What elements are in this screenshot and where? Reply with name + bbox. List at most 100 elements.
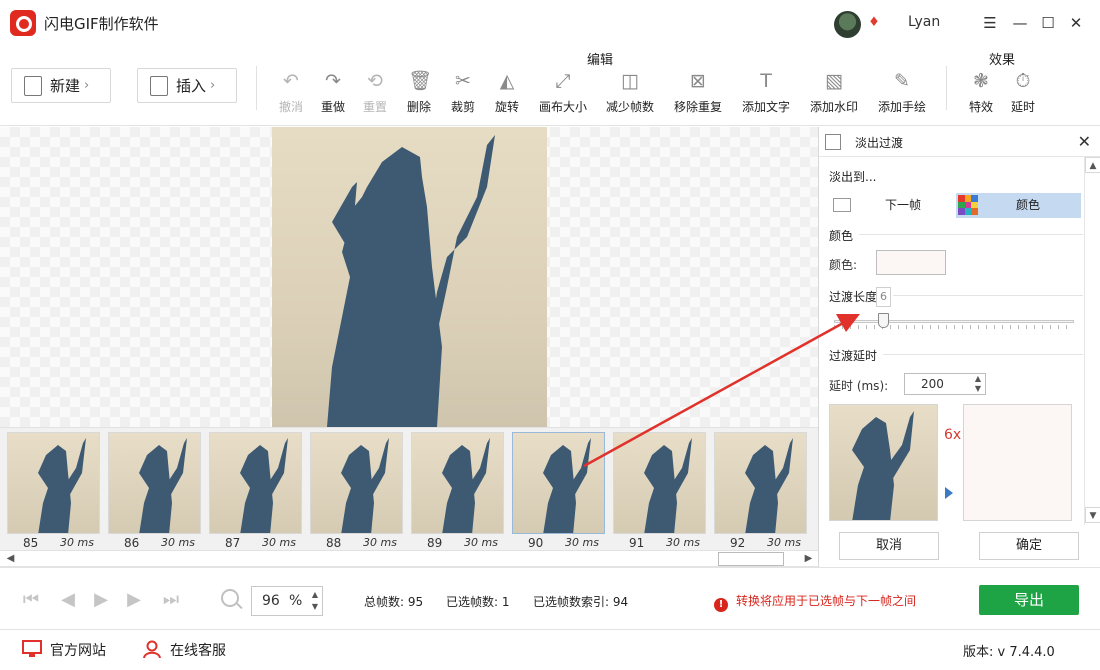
frame-duration[interactable]: 30 ms [666,536,700,549]
frame-filmstrip[interactable]: 85 30 ms 86 30 ms 87 30 ms 88 30 ms 89 3… [0,427,818,550]
frame-thumbnail[interactable]: 88 30 ms [310,432,403,550]
delay-button[interactable]: ⏱ 延时 [993,70,1053,115]
transition-multiplier: 6x [944,427,962,443]
warning-message: ! 转换将应用于已选帧与下一帧之间 [714,592,916,612]
reduce-frames-button[interactable]: ◫ 减少帧数 [600,70,660,115]
transition-length-slider[interactable] [834,320,1074,323]
delay-label: 延时 [1010,100,1035,114]
frame-thumb-image [613,432,706,534]
canvas-size-icon: ⤢ [555,70,571,92]
scroll-up-icon[interactable]: ▲ [1085,157,1100,173]
delay-icon: ⏱ [1015,70,1031,92]
frame-duration[interactable]: 30 ms [161,536,195,549]
frame-duration[interactable]: 30 ms [767,536,801,549]
official-website-link[interactable]: 官方网站 [22,640,106,660]
frame-duration[interactable]: 30 ms [565,536,599,549]
maximize-button[interactable]: ☐ [1038,13,1058,33]
group-divider [883,354,1083,355]
scroll-left-icon[interactable]: ◀ [2,551,19,567]
insert-button[interactable]: 插入 › [137,68,237,103]
collapse-panel-icon[interactable] [825,134,841,150]
panel-header: 淡出过渡 ✕ [819,127,1100,157]
frame-number: 88 [326,536,342,550]
frame-thumbnail[interactable]: 87 30 ms [209,432,302,550]
cancel-button[interactable]: 取消 [839,532,939,560]
add-watermark-label: 添加水印 [809,100,858,114]
delay-spinner[interactable]: 200 ▲ ▼ [904,373,986,395]
frame-thumbnail-selected[interactable]: 90 30 ms [512,432,605,550]
version-label: 版本: v 7.4.4.0 [963,645,1055,660]
scroll-down-icon[interactable]: ▼ [1085,507,1100,523]
option-color[interactable]: 颜色 [956,193,1081,218]
fade-transition-panel: 淡出过渡 ✕ 淡出到... 下一帧 颜色 颜色 颜色: 过渡长度 6 过渡延时 … [818,127,1100,567]
reset-icon: ⟲ [367,70,383,92]
add-drawing-button[interactable]: ✎ 添加手绘 [872,70,932,115]
online-support-label: 在线客服 [170,643,226,659]
rotate-button[interactable]: ◭ 旋转 [477,70,537,115]
effects-section-label: 效果 [989,53,1016,68]
monitor-icon [22,640,42,657]
redo-icon: ↷ [325,70,341,92]
confirm-button[interactable]: 确定 [979,532,1079,560]
frame-duration[interactable]: 30 ms [60,536,94,549]
vip-diamond-icon[interactable]: ♦ [867,16,881,30]
add-watermark-button[interactable]: ▧ 添加水印 [804,70,864,115]
delay-value[interactable]: 200 [921,377,944,391]
canvas-size-button[interactable]: ⤢ 画布大小 [533,70,593,115]
frame-number: 87 [225,536,241,550]
slider-handle[interactable] [878,313,889,328]
frame-thumbnail[interactable]: 86 30 ms [108,432,201,550]
spinner-arrows-icon[interactable]: ▲ ▼ [312,589,318,613]
add-drawing-label: 添加手绘 [877,100,926,114]
rotate-label: 旋转 [494,100,519,114]
previous-frame-icon[interactable]: ◀ [57,590,79,610]
frame-thumbnail[interactable]: 91 30 ms [613,432,706,550]
first-frame-icon[interactable]: ⏮ [20,590,42,610]
frame-number: 85 [23,536,39,550]
fade-to-label: 淡出到... [829,170,877,184]
close-button[interactable]: ✕ [1066,13,1086,33]
minimize-button[interactable]: — [1010,13,1030,33]
canvas-area[interactable] [0,127,818,427]
frame-thumb-image [512,432,605,534]
next-frame-icon[interactable]: ▶ [123,590,145,610]
zoom-spinner[interactable]: 96 % ▲ ▼ [251,586,323,616]
option-next-frame[interactable]: 下一帧 [829,193,949,218]
frame-thumb-image [209,432,302,534]
color-picker[interactable] [876,250,946,275]
panel-scrollbar[interactable]: ▲ ▼ [1084,157,1100,525]
scroll-right-icon[interactable]: ▶ [800,551,817,567]
spinner-arrows-icon[interactable]: ▲ ▼ [975,374,981,394]
frame-number: 86 [124,536,140,550]
online-support-link[interactable]: 在线客服 [142,640,226,660]
frame-thumbnail[interactable]: 89 30 ms [411,432,504,550]
slider-value-tooltip: 6 [876,287,891,307]
crop-icon: ✂ [455,70,471,92]
toolbar-divider [946,66,947,110]
frame-thumbnail[interactable]: 92 30 ms [714,432,807,550]
avatar[interactable] [834,11,861,38]
export-button[interactable]: 导出 [979,585,1079,615]
frame-thumb-image [108,432,201,534]
frame-thumbnail[interactable]: 85 30 ms [7,432,100,550]
last-frame-icon[interactable]: ⏭ [160,590,182,610]
filmstrip-scrollbar[interactable]: ◀ ▶ [0,550,818,567]
remove-duplicates-button[interactable]: ⊠ 移除重复 [668,70,728,115]
selected-frames: 已选帧数: 1 [446,595,510,609]
frame-duration[interactable]: 30 ms [464,536,498,549]
new-button[interactable]: 新建 › [11,68,111,103]
add-text-button[interactable]: T 添加文字 [736,70,796,115]
play-icon[interactable]: ▶ [90,590,112,610]
remove-duplicates-icon: ⊠ [690,70,706,92]
username[interactable]: Lyan [908,14,940,30]
palette-icon [958,195,978,215]
frame-duration[interactable]: 30 ms [262,536,296,549]
scrollbar-thumb[interactable] [718,552,784,566]
delete-icon: 🗑 [408,70,433,92]
menu-button[interactable]: ☰ [980,13,1000,33]
zoom-value[interactable]: 96 [262,593,280,609]
frame-duration[interactable]: 30 ms [363,536,397,549]
close-panel-icon[interactable]: ✕ [1078,132,1091,151]
play-preview-icon[interactable] [945,487,953,499]
frame-thumb-image [714,432,807,534]
